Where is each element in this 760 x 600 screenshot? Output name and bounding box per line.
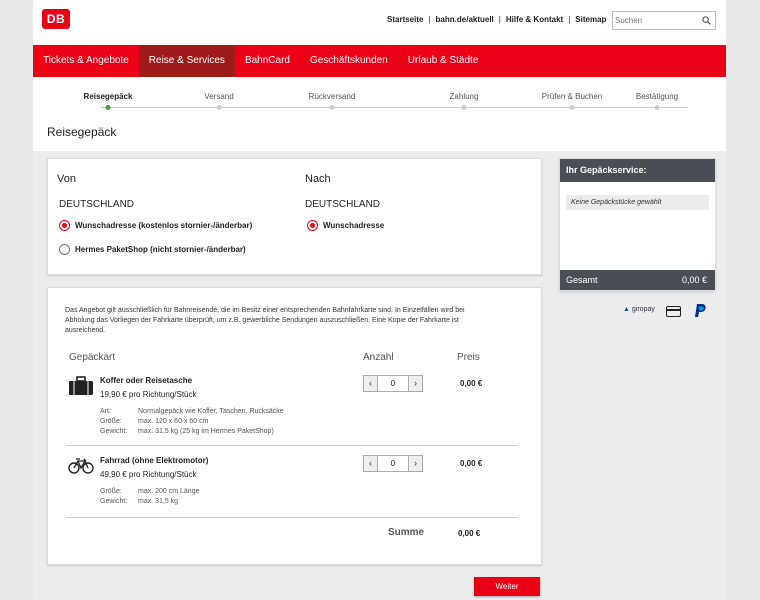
col-anzahl: Anzahl — [363, 352, 394, 363]
giropay-icon: ▲ giropay — [623, 306, 655, 313]
quantity-stepper-koffer: ‹ 0 › — [363, 375, 423, 392]
detail-key: Art: — [100, 408, 111, 415]
detail-value: max. 200 cm Länge — [138, 488, 200, 495]
radio-nach-wunschadresse[interactable] — [307, 220, 318, 231]
von-wunschadresse-label[interactable]: Wunschadresse (kostenlos stornier-/änder… — [75, 221, 252, 230]
col-gepaeckart: Gepäckart — [69, 352, 116, 363]
page-title: Reisegepäck — [47, 125, 117, 139]
info-text-line1: Das Angebot gilt ausschließlich für Bahn… — [65, 307, 465, 314]
item-price-koffer: 19,90 € pro Richtung/Stück — [100, 390, 197, 399]
info-text-line3: ausreichend. — [65, 327, 106, 334]
detail-value: Normalgepäck wie Koffer, Taschen, Rucksä… — [138, 408, 284, 415]
link-bahn-aktuell[interactable]: bahn.de/aktuell — [436, 15, 494, 24]
quantity-stepper-fahrrad: ‹ 0 › — [363, 455, 423, 472]
panel-total: Gesamt 0,00 € — [560, 270, 715, 290]
von-hermes-label[interactable]: Hermes PaketShop (nicht stornier-/änderb… — [75, 245, 246, 254]
detail-key: Größe: — [100, 488, 122, 495]
card-icon — [666, 306, 681, 317]
item-total-koffer: 0,00 € — [460, 379, 483, 388]
nach-country: DEUTSCHLAND — [305, 199, 381, 210]
item-name-koffer: Koffer oder Reisetasche — [100, 376, 193, 385]
step-dot — [216, 105, 222, 110]
total-label: Gesamt — [566, 275, 598, 285]
step-zahlung: Zahlung — [449, 92, 479, 101]
von-country: DEUTSCHLAND — [59, 199, 135, 210]
nav-reise-services[interactable]: Reise & Services — [138, 45, 235, 77]
detail-value: max. 31,5 kg — [138, 498, 179, 505]
db-logo[interactable]: DB — [42, 9, 70, 29]
nav-tickets[interactable]: Tickets & Angebote — [33, 45, 139, 77]
suitcase-icon — [69, 376, 93, 395]
step-dot — [569, 105, 575, 110]
main-nav: Tickets & Angebote Reise & Services Bahn… — [33, 45, 726, 77]
step-dot — [654, 105, 660, 110]
empty-message: Keine Gepäckstücke gewählt — [566, 195, 709, 210]
step-reisegepaeck: Reisegepäck — [83, 92, 133, 101]
link-sitemap[interactable]: Sitemap — [575, 15, 606, 24]
step-rueckversand: Rückversand — [308, 92, 356, 101]
quantity-value[interactable]: 0 — [378, 456, 408, 471]
progress-steps: Reisegepäck Versand Rückversand Zahlung … — [33, 77, 726, 117]
step-dot — [461, 105, 467, 110]
step-dot — [329, 105, 335, 110]
col-preis: Preis — [457, 352, 480, 363]
detail-value: max. 31,5 kg (25 kg im Hermes PaketShop) — [138, 428, 274, 435]
radio-von-hermes[interactable] — [59, 244, 70, 255]
nach-label: Nach — [305, 173, 331, 185]
search-icon[interactable] — [702, 16, 711, 25]
link-hilfe-kontakt[interactable]: Hilfe & Kontakt — [506, 15, 563, 24]
nav-bahncard[interactable]: BahnCard — [235, 45, 300, 77]
detail-key: Größe: — [100, 418, 122, 425]
nav-urlaub-staedte[interactable]: Urlaub & Städte — [398, 45, 489, 77]
row-divider — [66, 445, 518, 446]
items-box: Das Angebot gilt ausschließlich für Bahn… — [47, 287, 542, 565]
item-name-fahrrad: Fahrrad (ohne Elektromotor) — [100, 456, 209, 465]
bicycle-icon — [68, 458, 94, 474]
nach-wunschadresse-label[interactable]: Wunschadresse — [323, 221, 384, 230]
total-value: 0,00 € — [681, 275, 707, 285]
quantity-value[interactable]: 0 — [378, 376, 408, 391]
row-divider — [66, 517, 518, 518]
detail-value: max. 120 x 60 x 60 cm — [138, 418, 209, 425]
top-links: Startseite | bahn.de/aktuell | Hilfe & Kon… — [387, 15, 607, 24]
item-price-fahrrad: 49,90 € pro Richtung/Stück — [100, 470, 197, 479]
link-startseite[interactable]: Startseite — [387, 15, 423, 24]
radio-von-wunschadresse[interactable] — [59, 220, 70, 231]
decrement-button[interactable]: ‹ — [364, 456, 378, 471]
route-box: Von Nach DEUTSCHLAND DEUTSCHLAND Wunscha… — [47, 158, 542, 275]
step-versand: Versand — [204, 92, 234, 101]
giropay-label: giropay — [631, 306, 655, 313]
increment-button[interactable]: › — [408, 376, 422, 391]
nav-geschaeftskunden[interactable]: Geschäftskunden — [300, 45, 398, 77]
detail-key: Gewicht: — [100, 428, 128, 435]
search-input[interactable] — [615, 13, 699, 28]
info-text-line2: Abholung das Vorliegen der Fahrkarte übe… — [65, 317, 459, 324]
search-box — [612, 11, 716, 30]
increment-button[interactable]: › — [408, 456, 422, 471]
step-pruefen-buchen: Prüfen & Buchen — [541, 92, 603, 101]
item-total-fahrrad: 0,00 € — [460, 459, 483, 468]
gepaeckservice-panel: Ihr Gepäckservice: Keine Gepäckstücke ge… — [559, 158, 716, 291]
step-bestaetigung: Bestätigung — [635, 92, 679, 101]
detail-key: Gewicht: — [100, 498, 128, 505]
weiter-button[interactable]: Weiter — [474, 577, 540, 596]
von-label: Von — [57, 173, 76, 185]
paypal-icon — [695, 304, 706, 317]
page-shell: DB Startseite | bahn.de/aktuell | Hilfe & … — [33, 0, 726, 600]
summe-value: 0,00 € — [458, 529, 481, 538]
summe-label: Summe — [388, 527, 425, 538]
panel-title: Ihr Gepäckservice: — [560, 159, 715, 182]
step-dot-active — [105, 105, 111, 110]
decrement-button[interactable]: ‹ — [364, 376, 378, 391]
